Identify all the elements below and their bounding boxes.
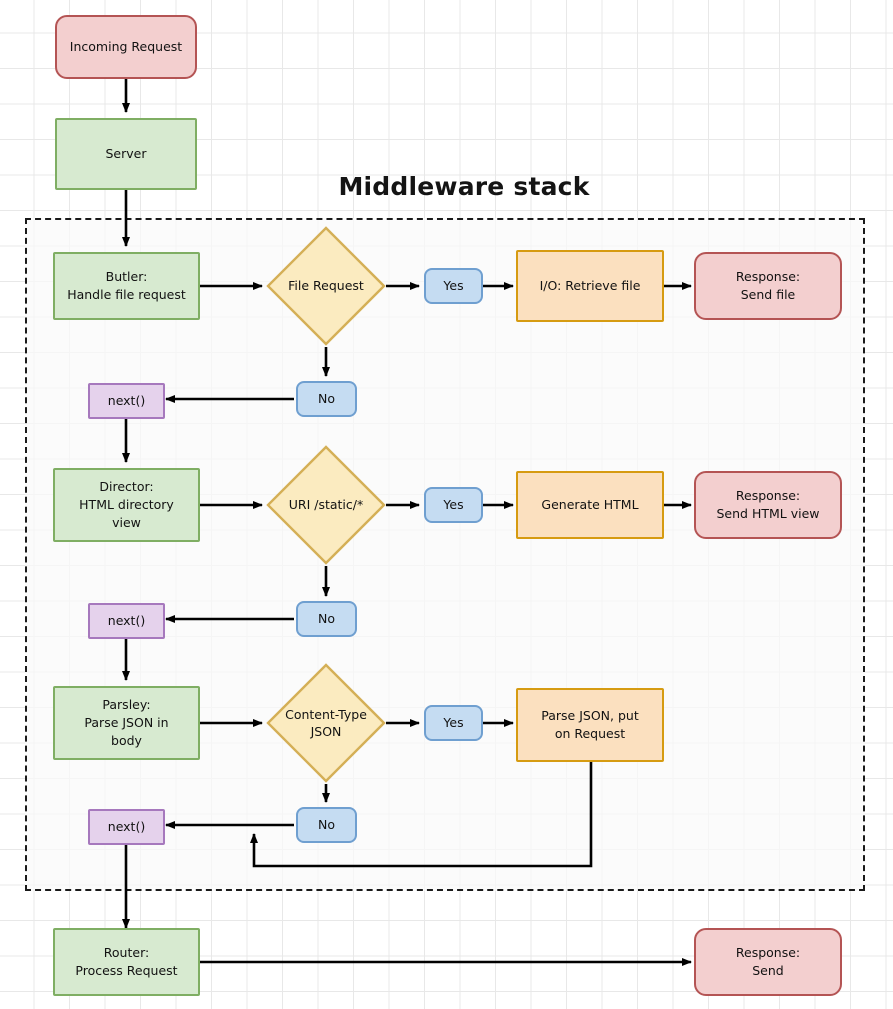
node-no-2[interactable]: No <box>296 601 357 637</box>
node-file-request-label: File Request <box>288 278 364 294</box>
node-butler[interactable]: Butler: Handle file request <box>53 252 200 320</box>
middleware-stack-title: Middleware stack <box>338 172 590 201</box>
node-incoming-request[interactable]: Incoming Request <box>55 15 197 79</box>
node-yes-2[interactable]: Yes <box>424 487 483 523</box>
node-response-send[interactable]: Response: Send <box>694 928 842 996</box>
node-content-type-json-label: Content-Type JSON <box>285 706 367 740</box>
node-file-request[interactable]: File Request <box>266 226 386 346</box>
flowchart-canvas: Middleware stack Incoming Request Server… <box>0 0 893 1009</box>
node-uri-static-label: URI /static/* <box>288 497 364 513</box>
node-generate-html[interactable]: Generate HTML <box>516 471 664 539</box>
node-next-3[interactable]: next() <box>88 809 165 845</box>
node-yes-3[interactable]: Yes <box>424 705 483 741</box>
node-response-send-html[interactable]: Response: Send HTML view <box>694 471 842 539</box>
node-next-2[interactable]: next() <box>88 603 165 639</box>
node-director[interactable]: Director: HTML directory view <box>53 468 200 542</box>
node-yes-1[interactable]: Yes <box>424 268 483 304</box>
node-parsley[interactable]: Parsley: Parse JSON in body <box>53 686 200 760</box>
node-parse-json-put-on-request[interactable]: Parse JSON, put on Request <box>516 688 664 762</box>
node-uri-static[interactable]: URI /static/* <box>266 445 386 565</box>
node-response-send-file[interactable]: Response: Send file <box>694 252 842 320</box>
node-no-3[interactable]: No <box>296 807 357 843</box>
node-server[interactable]: Server <box>55 118 197 190</box>
node-content-type-json[interactable]: Content-Type JSON <box>266 663 386 783</box>
node-no-1[interactable]: No <box>296 381 357 417</box>
node-next-1[interactable]: next() <box>88 383 165 419</box>
node-io-retrieve-file[interactable]: I/O: Retrieve file <box>516 250 664 322</box>
node-router[interactable]: Router: Process Request <box>53 928 200 996</box>
